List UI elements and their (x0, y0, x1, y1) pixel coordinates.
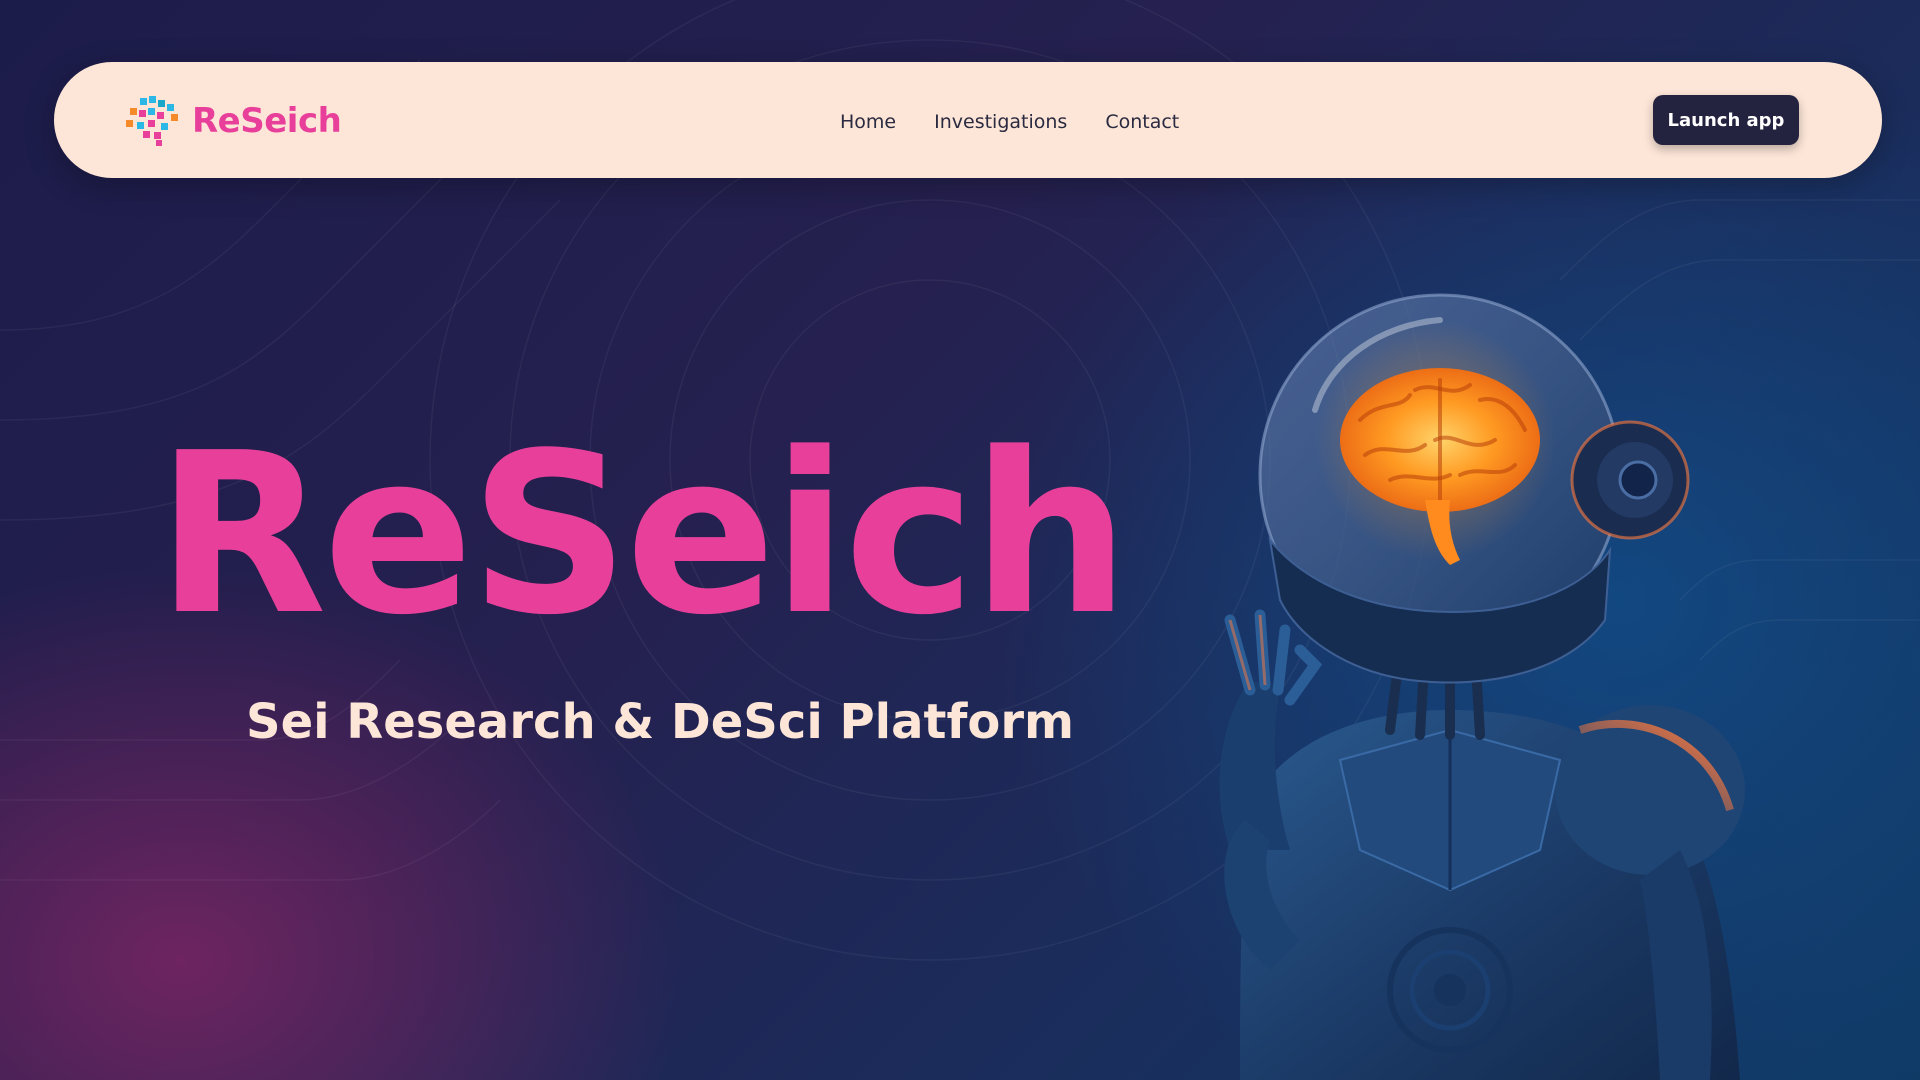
hero-title: ReSeich (156, 406, 1130, 664)
nav-links: Home Investigations Contact (840, 102, 1179, 142)
launch-app-button[interactable]: Launch app (1653, 95, 1799, 145)
hero-subtitle: Sei Research & DeSci Platform (246, 694, 1074, 750)
landing-page: ReSeich Home Investigations Contact Laun… (0, 0, 1920, 1080)
nav-link-investigations[interactable]: Investigations (934, 102, 1067, 142)
brand-name: ReSeich (192, 101, 342, 141)
brand-home-link[interactable]: ReSeich (126, 96, 342, 146)
pixel-brain-logo-icon (126, 96, 178, 146)
top-navbar: ReSeich Home Investigations Contact Laun… (54, 62, 1882, 178)
nav-link-home[interactable]: Home (840, 102, 896, 142)
nav-link-contact[interactable]: Contact (1105, 102, 1179, 142)
robot-with-glowing-brain-illustration (1219, 293, 1745, 1080)
